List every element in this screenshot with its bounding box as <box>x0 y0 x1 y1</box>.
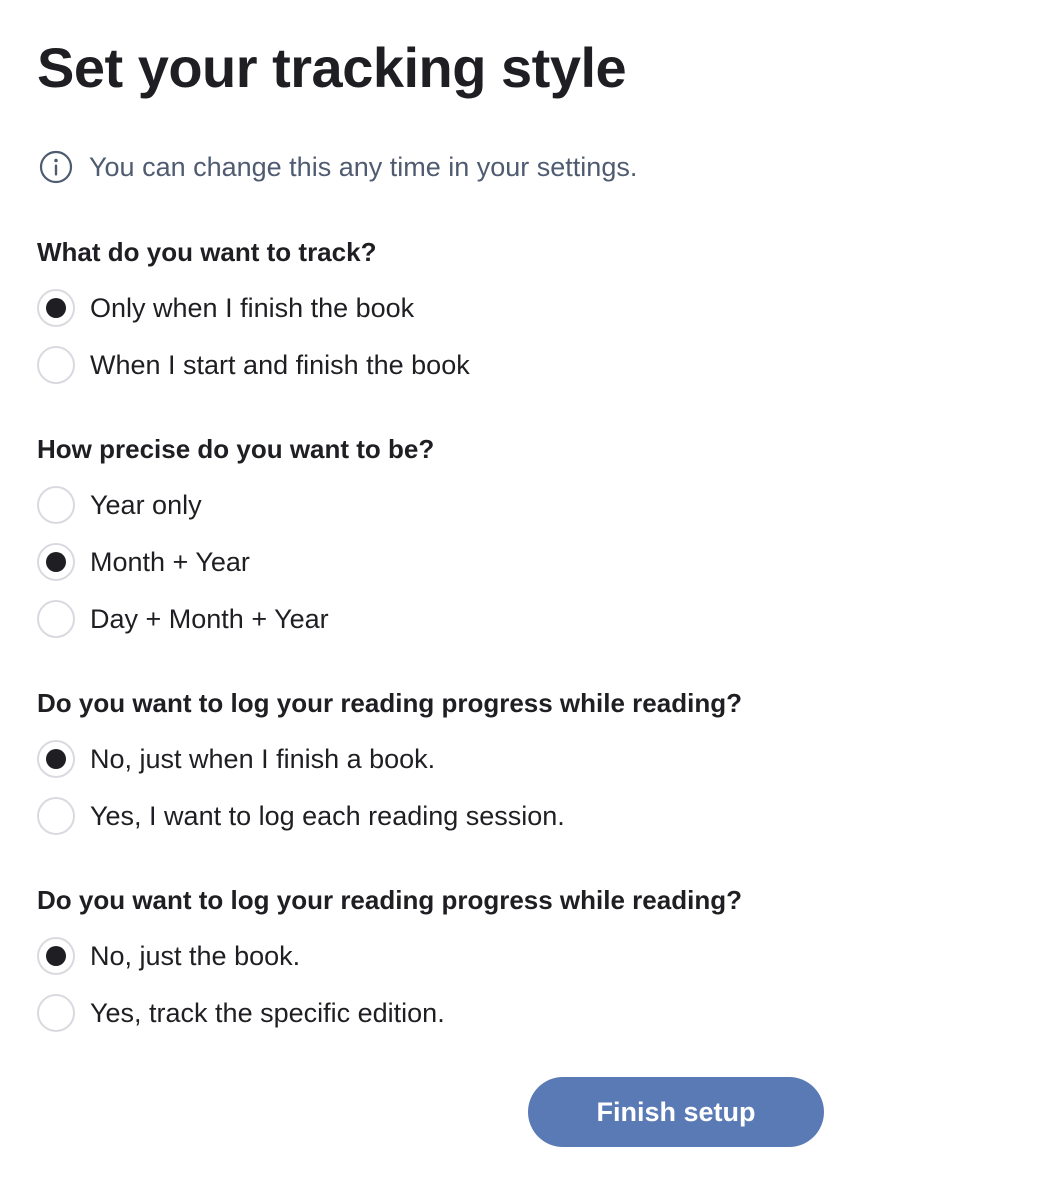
radio-button[interactable] <box>37 600 75 638</box>
option-label: Day + Month + Year <box>90 603 329 634</box>
option-month-year[interactable]: Month + Year <box>37 541 434 583</box>
info-note: You can change this any time in your set… <box>39 148 637 186</box>
option-label: No, just when I finish a book. <box>90 743 436 774</box>
option-log-when-finish[interactable]: No, just when I finish a book. <box>37 738 742 780</box>
option-just-book[interactable]: No, just the book. <box>37 935 742 977</box>
option-label: Month + Year <box>90 546 250 577</box>
question-heading: Do you want to log your reading progress… <box>37 885 742 915</box>
question-heading: Do you want to log your reading progress… <box>37 688 742 718</box>
page-title: Set your tracking style <box>37 36 627 99</box>
option-year-only[interactable]: Year only <box>37 484 434 526</box>
option-specific-edition[interactable]: Yes, track the specific edition. <box>37 992 742 1034</box>
section-log-progress: Do you want to log your reading progress… <box>37 684 742 837</box>
info-circle-icon <box>39 150 73 184</box>
option-label: Yes, track the specific edition. <box>90 997 445 1028</box>
section-precision: How precise do you want to be? Year only… <box>37 430 434 640</box>
option-label: Only when I finish the book <box>90 292 415 323</box>
option-label: No, just the book. <box>90 940 301 971</box>
option-label: Year only <box>90 489 202 520</box>
radio-button[interactable] <box>37 797 75 835</box>
radio-button[interactable] <box>37 486 75 524</box>
radio-button[interactable] <box>37 937 75 975</box>
option-day-month-year[interactable]: Day + Month + Year <box>37 598 434 640</box>
question-heading: What do you want to track? <box>37 237 377 267</box>
info-text: You can change this any time in your set… <box>89 151 638 182</box>
option-label: Yes, I want to log each reading session. <box>90 800 565 831</box>
radio-button[interactable] <box>37 543 75 581</box>
section-edition: Do you want to log your reading progress… <box>37 881 742 1034</box>
finish-setup-button[interactable]: Finish setup <box>528 1077 824 1147</box>
option-label: When I start and finish the book <box>90 349 470 380</box>
question-heading: How precise do you want to be? <box>37 434 435 464</box>
option-log-each-session[interactable]: Yes, I want to log each reading session. <box>37 795 742 837</box>
radio-button[interactable] <box>37 346 75 384</box>
radio-button[interactable] <box>37 994 75 1032</box>
radio-button[interactable] <box>37 289 75 327</box>
option-only-finish[interactable]: Only when I finish the book <box>37 287 470 329</box>
radio-button[interactable] <box>37 740 75 778</box>
section-track-what: What do you want to track? Only when I f… <box>37 233 470 386</box>
option-start-and-finish[interactable]: When I start and finish the book <box>37 344 470 386</box>
